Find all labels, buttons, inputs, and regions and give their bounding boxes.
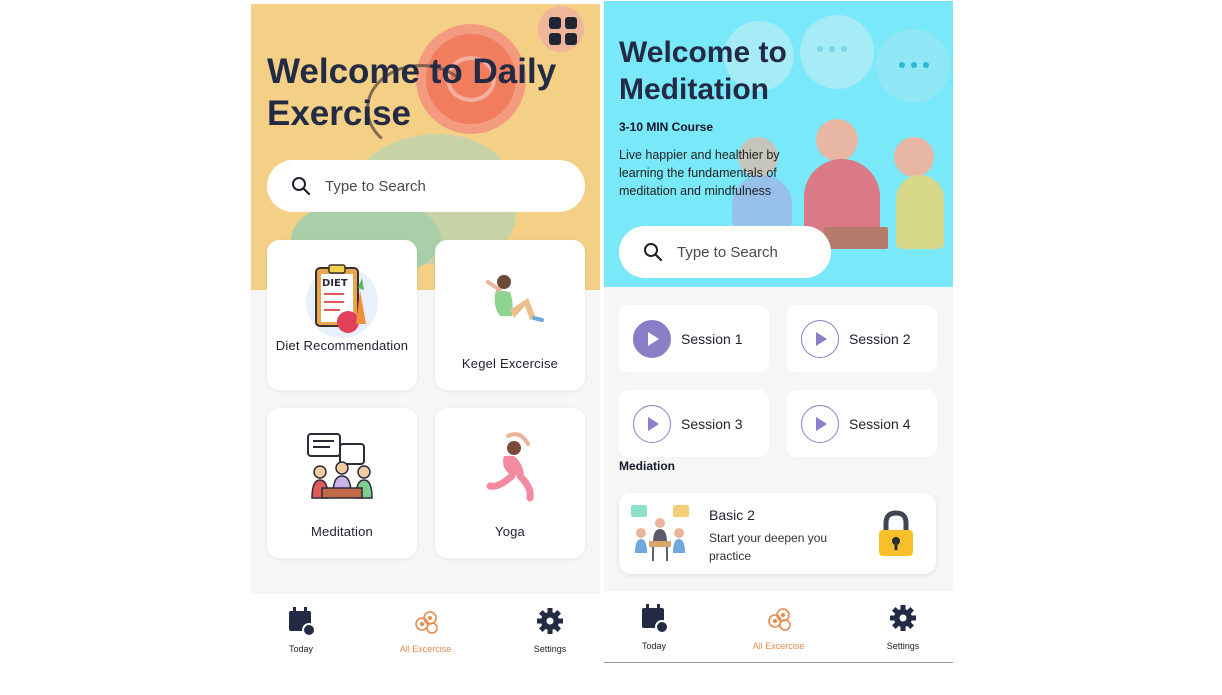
session-label: Session 2: [849, 330, 911, 347]
page-title: Welcome to Daily Exercise: [267, 52, 557, 133]
grid-menu-icon: [549, 17, 561, 29]
card-label: Yoga: [495, 524, 525, 539]
calendar-icon: [289, 607, 315, 636]
diet-clipboard-icon: DIET: [306, 264, 378, 338]
session-label: Session 4: [849, 415, 911, 432]
play-icon: [633, 319, 671, 358]
svg-text:DIET: DIET: [322, 278, 348, 289]
play-icon: [801, 404, 839, 443]
search-icon: [292, 177, 311, 196]
play-icon: [633, 404, 671, 443]
search-input[interactable]: Type to Search: [619, 226, 831, 278]
nav-today[interactable]: Today: [604, 591, 704, 662]
session-2-button[interactable]: Session 2: [787, 305, 937, 372]
nav-label: Today: [288, 644, 314, 654]
gear-icon: [537, 608, 563, 634]
card-label: Meditation: [311, 524, 373, 539]
kegel-exercise-icon: [486, 275, 544, 322]
search-input[interactable]: Type to Search: [267, 160, 585, 212]
bottom-nav: Today All Excercise Settings: [251, 594, 600, 670]
nav-label: Today: [641, 641, 667, 651]
nav-label: Settings: [886, 641, 920, 651]
exercise-icon: [414, 611, 438, 634]
nav-label: Settings: [533, 644, 567, 654]
session-4-button[interactable]: Session 4: [787, 390, 937, 457]
dots-decor: [817, 46, 847, 52]
session-label: Session 1: [681, 330, 743, 347]
meditation-group-icon: [307, 433, 373, 499]
play-icon: [801, 319, 839, 358]
meditation-screen: Welcome to Meditation 3-10 MIN Course Li…: [604, 1, 953, 663]
meeting-illustration: [631, 505, 689, 561]
search-icon: [644, 243, 663, 262]
session-label: Session 3: [681, 415, 743, 432]
section-heading: Mediation: [619, 459, 675, 473]
daily-exercise-screen: Welcome to Daily Exercise Type to Search…: [251, 4, 600, 670]
nav-label: All Excercise: [399, 644, 452, 654]
nav-today[interactable]: Today: [251, 594, 351, 670]
card-yoga[interactable]: Yoga: [435, 408, 585, 558]
person-illustration: [816, 119, 858, 161]
bottom-nav: Today All Excercise Settings: [604, 591, 953, 662]
search-placeholder: Type to Search: [677, 243, 778, 261]
course-subtitle: Start your deepen you practice: [709, 531, 828, 563]
exercise-icon: [767, 608, 791, 631]
course-description: Live happier and healthier by learning t…: [619, 148, 780, 198]
card-label: Kegel Excercise: [461, 356, 559, 371]
yoga-pose-icon: [486, 432, 534, 502]
session-1-button[interactable]: Session 1: [619, 305, 769, 372]
search-placeholder: Type to Search: [325, 177, 426, 195]
basic-course-card[interactable]: Basic 2 Start your deepen you practice: [619, 493, 936, 574]
session-3-button[interactable]: Session 3: [619, 390, 769, 457]
course-title: Basic 2: [709, 507, 755, 523]
nav-settings[interactable]: Settings: [500, 594, 600, 670]
dots-decor: [899, 62, 929, 68]
card-diet-recommendation[interactable]: DIET Diet Recommendation: [267, 240, 417, 390]
card-label: Diet Recommendation: [275, 338, 409, 353]
course-duration: 3-10 MIN Course: [619, 120, 714, 134]
nav-all-exercise[interactable]: All Excercise: [376, 594, 476, 670]
card-kegel-exercise[interactable]: Kegel Excercise: [435, 240, 585, 390]
nav-settings[interactable]: Settings: [853, 591, 953, 662]
nav-all-exercise[interactable]: All Excercise: [729, 591, 829, 662]
page-title: Welcome to Meditation: [619, 36, 787, 106]
gear-icon: [890, 605, 916, 631]
grid-menu-button[interactable]: [538, 6, 584, 52]
lock-icon: [879, 510, 913, 556]
calendar-icon: [642, 604, 668, 633]
card-meditation[interactable]: Meditation: [267, 408, 417, 558]
nav-label: All Excercise: [752, 641, 805, 651]
